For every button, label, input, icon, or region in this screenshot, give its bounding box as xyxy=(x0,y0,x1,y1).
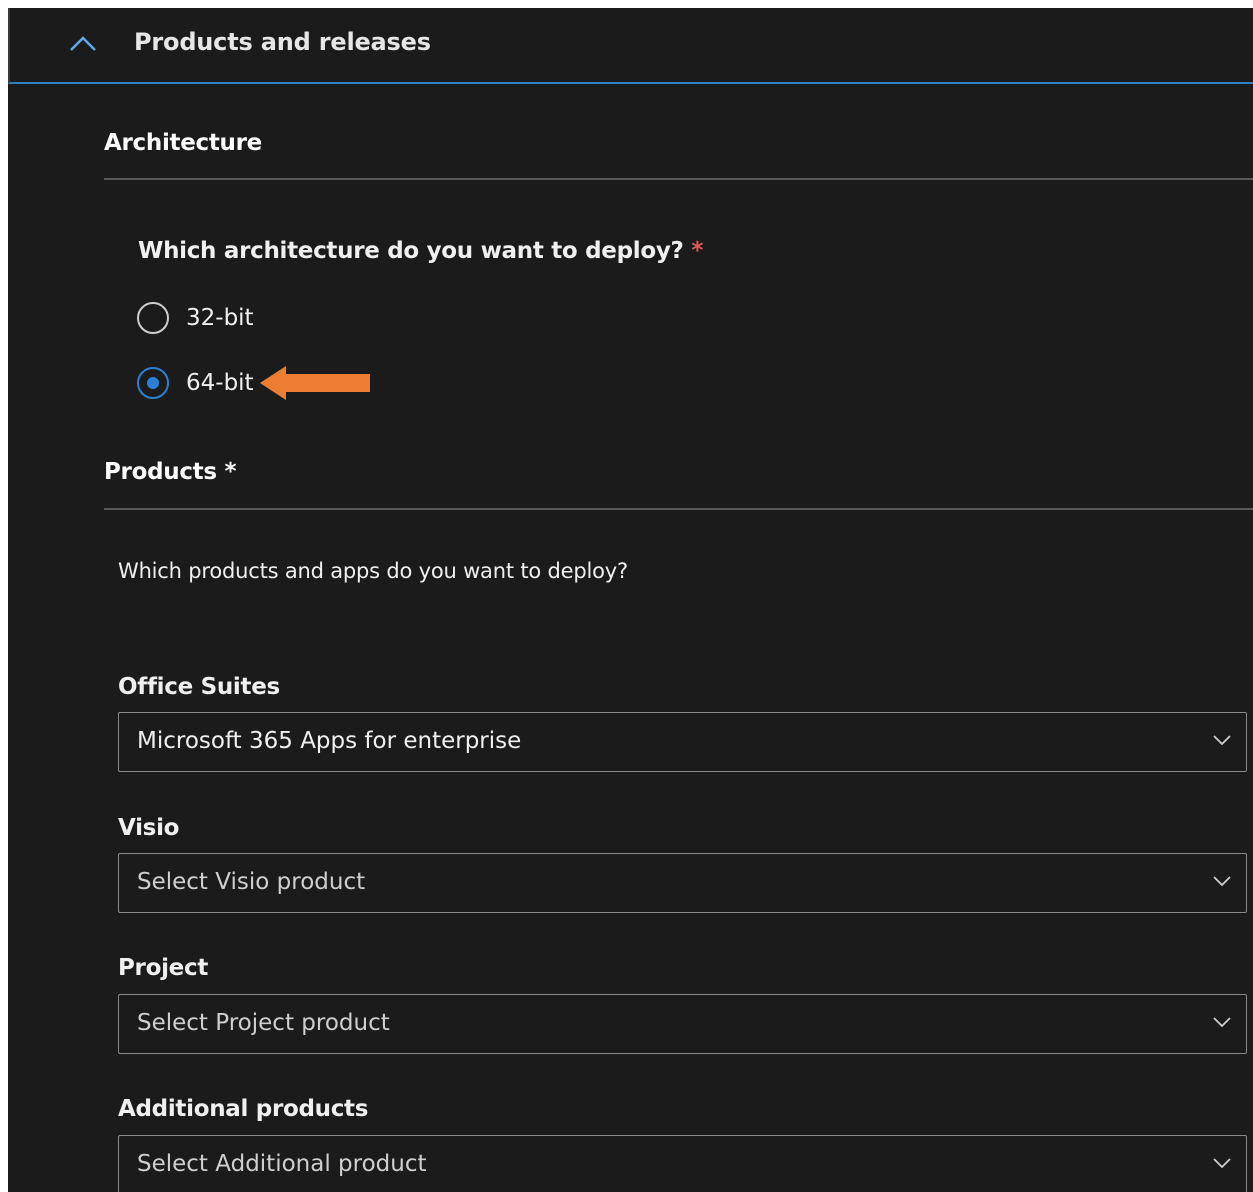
chevron-up-icon xyxy=(70,36,96,51)
chevron-down-icon xyxy=(1213,735,1231,746)
additional-products-label: Additional products xyxy=(118,1096,369,1122)
additional-products-dropdown[interactable]: Select Additional product xyxy=(118,1135,1247,1192)
chevron-down-icon xyxy=(1213,876,1231,887)
products-question: Which products and apps do you want to d… xyxy=(118,559,628,583)
accordion-title: Products and releases xyxy=(134,28,431,56)
project-label: Project xyxy=(118,955,209,981)
radio-button-64-bit[interactable] xyxy=(137,367,169,399)
office-suites-label: Office Suites xyxy=(118,674,280,700)
radio-button-32-bit[interactable] xyxy=(137,302,169,334)
products-section-title: Products * xyxy=(104,459,237,485)
project-placeholder: Select Project product xyxy=(137,1010,390,1036)
visio-placeholder: Select Visio product xyxy=(137,869,366,895)
architecture-section-title: Architecture xyxy=(104,130,262,156)
deployment-settings-panel: Products and releases Architecture Which… xyxy=(8,8,1253,1192)
visio-dropdown[interactable]: Select Visio product xyxy=(118,853,1247,913)
radio-label-64-bit: 64-bit xyxy=(186,370,254,396)
radio-label-32-bit: 32-bit xyxy=(186,305,254,331)
radio-32-bit[interactable]: 32-bit xyxy=(137,300,254,336)
architecture-question-text: Which architecture do you want to deploy… xyxy=(138,238,684,264)
radio-64-bit[interactable]: 64-bit xyxy=(137,365,254,401)
orange-arrow-annotation-icon xyxy=(260,366,370,400)
chevron-down-icon xyxy=(1213,1158,1231,1169)
project-dropdown[interactable]: Select Project product xyxy=(118,994,1247,1054)
office-suites-dropdown[interactable]: Microsoft 365 Apps for enterprise xyxy=(118,712,1247,772)
visio-label: Visio xyxy=(118,815,180,841)
products-and-releases-accordion-header[interactable]: Products and releases xyxy=(8,8,1253,84)
products-divider xyxy=(104,508,1253,510)
additional-products-placeholder: Select Additional product xyxy=(137,1151,427,1177)
office-suites-selected-value: Microsoft 365 Apps for enterprise xyxy=(137,728,522,754)
chevron-down-icon xyxy=(1213,1017,1231,1028)
architecture-question: Which architecture do you want to deploy… xyxy=(138,238,703,264)
required-marker: * xyxy=(691,238,704,264)
architecture-divider xyxy=(104,178,1253,180)
